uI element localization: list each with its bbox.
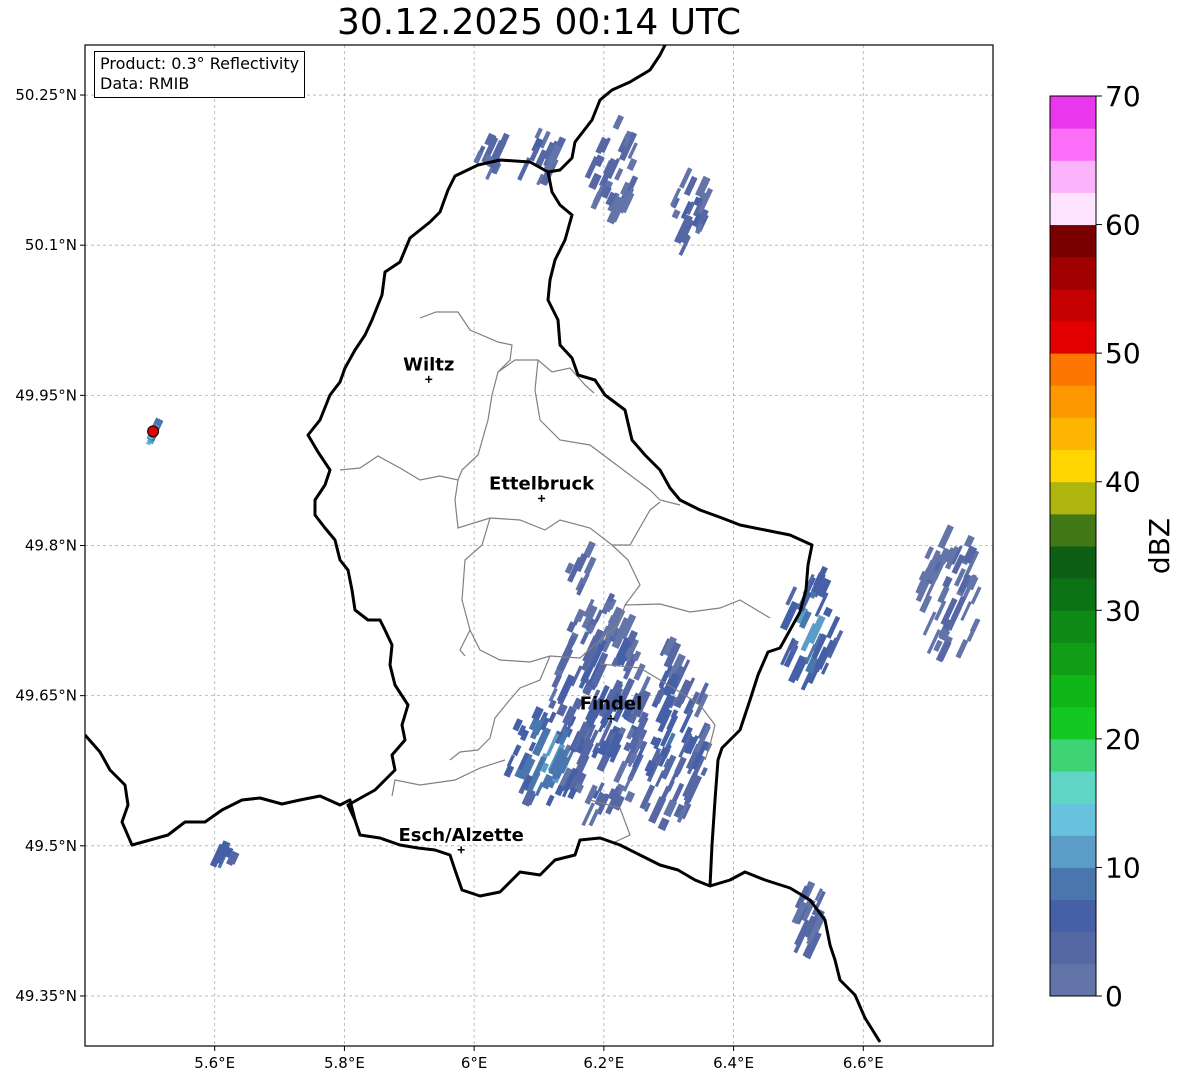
x-tick-label: 6.2°E — [583, 1054, 624, 1072]
colorbar-segment — [1050, 546, 1096, 579]
x-tick-label: 5.8°E — [324, 1054, 365, 1072]
data-source-label: Data: RMIB — [100, 74, 190, 93]
product-info-box: Product: 0.3° Reflectivity Data: RMIB — [94, 51, 306, 98]
colorbar-segment — [1050, 578, 1096, 611]
colorbar-segment — [1050, 96, 1096, 129]
y-tick-label: 49.95°N — [15, 386, 77, 404]
colorbar-segment — [1050, 931, 1096, 965]
colorbar-segment — [1050, 192, 1096, 226]
colorbar-tick-label: 50 — [1105, 337, 1141, 370]
colorbar-tick-label: 10 — [1105, 851, 1141, 884]
colorbar-tick-label: 70 — [1105, 80, 1141, 113]
colorbar-tick-label: 30 — [1105, 594, 1141, 627]
colorbar-tick-label: 0 — [1105, 980, 1123, 1013]
radar-site-marker — [147, 425, 160, 438]
colorbar-tick-label: 40 — [1105, 466, 1141, 499]
y-tick-label: 49.8°N — [25, 537, 77, 555]
radar-site — [147, 425, 160, 438]
colorbar-segment — [1050, 899, 1096, 933]
city-label: Ettelbruck — [489, 473, 595, 494]
product-label: Product: 0.3° Reflectivity — [100, 54, 300, 73]
city-label: Findel — [580, 694, 643, 715]
colorbar-segment — [1050, 513, 1096, 547]
colorbar-segment — [1050, 128, 1096, 161]
colorbar-segment — [1050, 610, 1096, 643]
y-tick-label: 50.25°N — [15, 86, 77, 104]
y-tick-label: 49.65°N — [15, 687, 77, 705]
colorbar-segment — [1050, 385, 1096, 418]
colorbar-segment — [1050, 674, 1096, 708]
colorbar-tick-label: 60 — [1105, 209, 1141, 242]
colorbar-segment — [1050, 256, 1096, 290]
y-tick-label: 49.35°N — [15, 987, 77, 1005]
colorbar-segment — [1050, 160, 1096, 193]
colorbar-segment — [1050, 481, 1096, 515]
colorbar-segment — [1050, 706, 1096, 740]
y-tick-label: 50.1°N — [25, 236, 77, 254]
x-tick-label: 5.6°E — [194, 1054, 235, 1072]
colorbar-segment — [1050, 803, 1096, 836]
colorbar-segment — [1050, 288, 1096, 322]
map-title: 30.12.2025 00:14 UTC — [336, 2, 742, 43]
colorbar-segment — [1050, 738, 1096, 772]
colorbar-segment — [1050, 353, 1096, 386]
colorbar-segment — [1050, 642, 1096, 676]
x-tick-label: 6.6°E — [843, 1054, 884, 1072]
colorbar-segment — [1050, 963, 1096, 997]
y-tick-label: 49.5°N — [25, 837, 77, 855]
colorbar-label: dBZ — [1143, 518, 1176, 574]
city-label: Wiltz — [403, 354, 454, 375]
radar-figure: Wiltz Ettelbruck Findel Esch/Alzette 5.6°E 5… — [15, 44, 1176, 1072]
colorbar-tick-label: 20 — [1105, 723, 1141, 756]
city-label: Esch/Alzette — [399, 825, 524, 846]
colorbar-segment — [1050, 835, 1096, 868]
colorbar-segment — [1050, 417, 1096, 451]
colorbar-segment — [1050, 449, 1096, 483]
colorbar-segment — [1050, 224, 1096, 258]
colorbar-segment — [1050, 867, 1096, 901]
x-tick-label: 6°E — [461, 1054, 488, 1072]
colorbar-segment — [1050, 771, 1096, 804]
colorbar-segment — [1050, 321, 1096, 354]
map-background — [85, 45, 993, 1046]
x-tick-label: 6.4°E — [713, 1054, 754, 1072]
colorbar: 0 10 20 30 40 50 60 70 dBZ — [1049, 80, 1176, 1013]
